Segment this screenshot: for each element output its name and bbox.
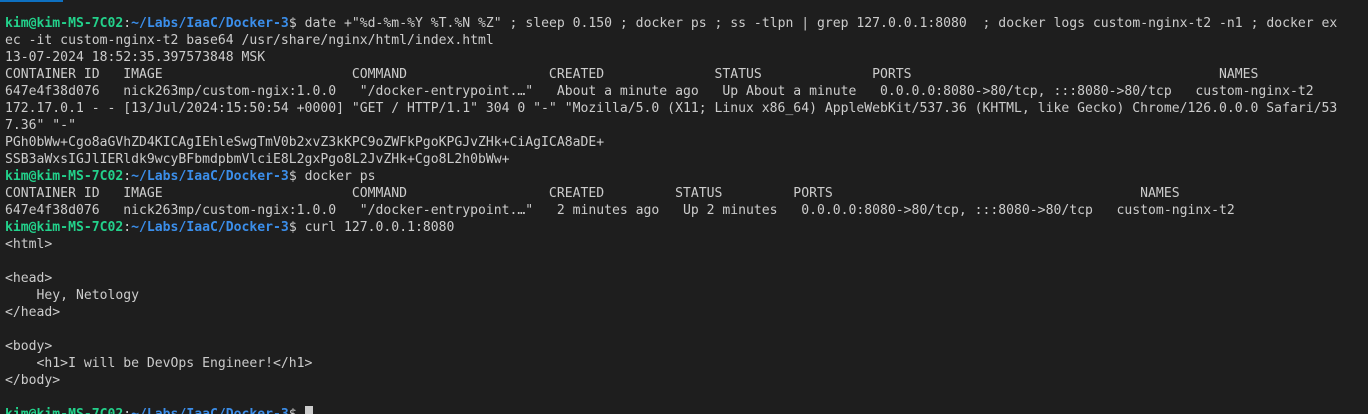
prompt-separator: : xyxy=(123,220,132,235)
prompt-symbol: $ xyxy=(288,220,305,235)
prompt-line: kim@kim-MS-7C02:~/Labs/IaaC/Docker-3$ do… xyxy=(5,168,1363,185)
output-line: ec -it custom-nginx-t2 base64 /usr/share… xyxy=(5,33,494,48)
prompt-line: kim@kim-MS-7C02:~/Labs/IaaC/Docker-3$ cu… xyxy=(5,219,1363,236)
command-text: date +"%d-%m-%Y %T.%N %Z" ; sleep 0.150 … xyxy=(304,16,1338,31)
log-line: 172.17.0.1 - - [13/Jul/2024:15:50:54 +00… xyxy=(5,101,1338,116)
html-output-line: <html> xyxy=(5,237,53,252)
prompt-user-host: kim@kim-MS-7C02 xyxy=(5,169,124,184)
output-line: 13-07-2024 18:52:35.397573848 MSK xyxy=(5,50,266,65)
html-output-line: <head> xyxy=(5,271,53,286)
html-output-line: </body> xyxy=(5,373,61,388)
prompt-user-host: kim@kim-MS-7C02 xyxy=(5,16,124,31)
base64-line: PGh0bWw+Cgo8aGVhZD4KICAgIEhleSwgTmV0b2xv… xyxy=(5,135,605,150)
prompt-symbol: $ xyxy=(288,169,305,184)
command-text: docker ps xyxy=(304,169,376,184)
prompt-separator: : xyxy=(123,16,132,31)
prompt-symbol: $ xyxy=(288,16,305,31)
html-output-line xyxy=(5,321,1363,338)
html-output-line xyxy=(5,389,1363,406)
html-output-line: </head> xyxy=(5,305,61,320)
html-output-line xyxy=(5,253,1363,270)
html-output-line: <h1>I will be DevOps Engineer!</h1> xyxy=(5,356,313,371)
terminal-output: kim@kim-MS-7C02:~/Labs/IaaC/Docker-3$ da… xyxy=(5,15,1363,414)
prompt-path: ~/Labs/IaaC/Docker-3 xyxy=(131,220,289,235)
html-output-line: Hey, Netology xyxy=(5,288,140,303)
prompt-symbol: $ xyxy=(289,407,305,414)
docker-ps-row: 647e4f38d076 nick263mp/custom-ngix:1.0.0… xyxy=(5,84,1314,99)
terminal-window[interactable]: kim@kim-MS-7C02:~/Labs/IaaC/Docker-3$ da… xyxy=(0,0,1368,414)
prompt-separator: : xyxy=(123,169,132,184)
docker-ps-header: CONTAINER ID IMAGE COMMAND CREATED STATU… xyxy=(5,67,1259,82)
command-text: curl 127.0.0.1:8080 xyxy=(304,220,455,235)
log-line: 7.36" "-" xyxy=(5,118,76,133)
prompt-separator: : xyxy=(123,407,131,414)
prompt-line[interactable]: kim@kim-MS-7C02:~/Labs/IaaC/Docker-3$ xyxy=(5,406,1363,414)
prompt-line: kim@kim-MS-7C02:~/Labs/IaaC/Docker-3$ da… xyxy=(5,15,1363,32)
base64-line: SSB3aWxsIGJlIERldk9wcyBFbmdpbmVlciE8L2gx… xyxy=(5,152,510,167)
text-cursor xyxy=(304,406,313,414)
prompt-user-host: kim@kim-MS-7C02 xyxy=(5,407,123,414)
panel-tab-indicator xyxy=(0,0,63,2)
prompt-user-host: kim@kim-MS-7C02 xyxy=(5,220,124,235)
prompt-path: ~/Labs/IaaC/Docker-3 xyxy=(131,16,289,31)
docker-ps-header: CONTAINER ID IMAGE COMMAND CREATED STATU… xyxy=(5,186,1180,201)
prompt-path: ~/Labs/IaaC/Docker-3 xyxy=(131,407,289,414)
html-output-line: <body> xyxy=(5,339,53,354)
prompt-path: ~/Labs/IaaC/Docker-3 xyxy=(131,169,289,184)
docker-ps-row: 647e4f38d076 nick263mp/custom-ngix:1.0.0… xyxy=(5,203,1235,218)
